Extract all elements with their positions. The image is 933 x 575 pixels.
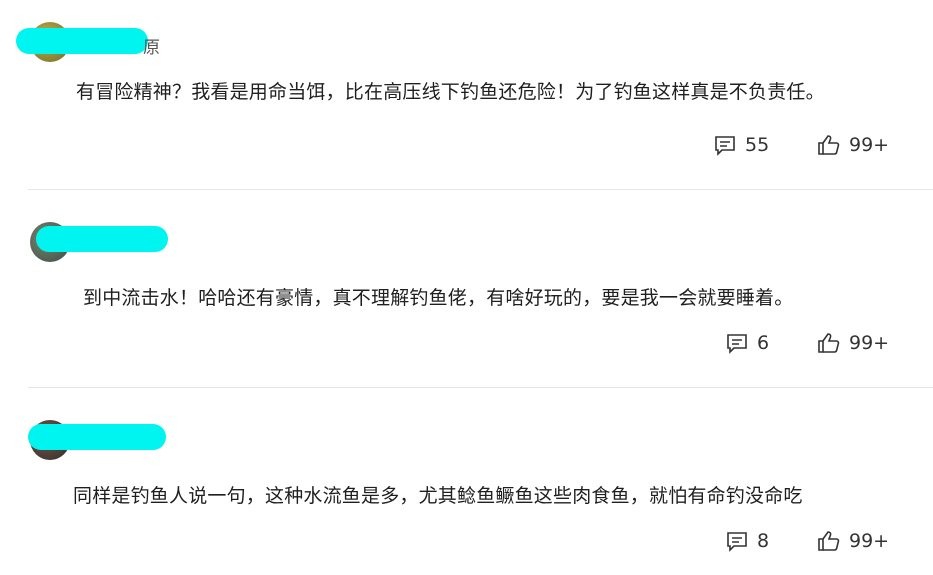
like-count: 99+ xyxy=(849,134,890,156)
thumbs-up-icon xyxy=(818,333,840,353)
username-redacted[interactable] xyxy=(36,226,168,252)
username-redacted[interactable] xyxy=(28,424,166,450)
comment-icon xyxy=(727,334,747,354)
reply-button[interactable]: 6 xyxy=(725,331,769,355)
divider xyxy=(28,387,933,388)
comment-icon xyxy=(715,136,735,156)
like-button[interactable]: 99+ xyxy=(817,133,889,157)
reply-count: 6 xyxy=(757,332,770,354)
reply-button[interactable]: 55 xyxy=(713,133,769,157)
like-button[interactable]: 99+ xyxy=(817,529,889,553)
reply-button[interactable]: 8 xyxy=(725,529,769,553)
reply-count: 8 xyxy=(757,530,770,552)
username-redacted[interactable] xyxy=(16,28,148,54)
like-count: 99+ xyxy=(849,332,890,354)
comment-text: 有冒险精神？我看是用命当饵，比在高压线下钓鱼还危险！为了钓鱼这样真是不负责任。 xyxy=(76,81,825,103)
like-count: 99+ xyxy=(849,530,890,552)
like-button[interactable]: 99+ xyxy=(817,331,889,355)
thumbs-up-icon xyxy=(818,135,840,155)
reply-count: 55 xyxy=(745,134,770,156)
comment-icon xyxy=(727,532,747,552)
divider xyxy=(28,189,933,190)
comment-text: 到中流击水！哈哈还有豪情，真不理解钓鱼佬，有啥好玩的，要是我一会就要睡着。 xyxy=(83,287,794,309)
comment-text: 同样是钓鱼人说一句，这种水流鱼是多，尤其鲶鱼鳜鱼这些肉食鱼，就怕有命钓没命吃 xyxy=(73,485,803,507)
username-suffix: 原 xyxy=(143,38,160,58)
thumbs-up-icon xyxy=(818,531,840,551)
